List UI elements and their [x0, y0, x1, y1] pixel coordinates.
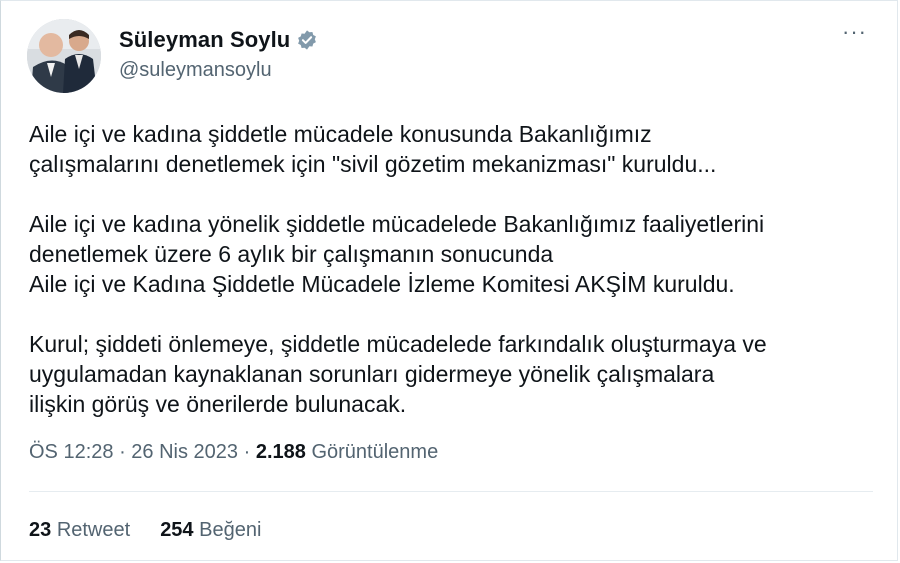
tweet-text: Aile içi ve kadına şiddetle mücadele kon… [29, 119, 879, 449]
tweet-time[interactable]: ÖS 12:28 [29, 441, 114, 463]
likes-label: Beğeni [199, 519, 262, 541]
tweet-paragraph-1: Aile içi ve kadına şiddetle mücadele kon… [29, 121, 717, 177]
engagement-stats: 23 Retweet 254 Beğeni [29, 519, 261, 542]
display-name[interactable]: Süleyman Soylu [119, 27, 290, 53]
divider [29, 491, 873, 492]
retweets-label: Retweet [56, 519, 131, 541]
name-row: Süleyman Soylu [119, 27, 318, 53]
avatar[interactable] [27, 19, 101, 93]
views-label: Görüntülenme [311, 441, 439, 463]
likes-stat[interactable]: 254 Beğeni [160, 519, 261, 542]
tweet-card: Süleyman Soylu @suleymansoylu ··· Aile i… [0, 0, 898, 561]
verified-badge-icon[interactable] [296, 29, 318, 51]
meta-separator: · [238, 441, 256, 463]
tweet-paragraph-3: Kurul; şiddeti önlemeye, şiddetle mücade… [29, 331, 767, 417]
tweet-header: Süleyman Soylu @suleymansoylu [27, 19, 318, 93]
retweets-count: 23 [29, 519, 52, 541]
more-options-icon[interactable]: ··· [842, 21, 867, 43]
tweet-paragraph-2: Aile içi ve kadına yönelik şiddetle müca… [29, 211, 765, 297]
avatar-photo-icon [27, 19, 101, 93]
user-info: Süleyman Soylu @suleymansoylu [119, 27, 318, 82]
user-handle[interactable]: @suleymansoylu [119, 59, 318, 82]
meta-separator: · [113, 441, 132, 463]
retweets-stat[interactable]: 23 Retweet [29, 519, 130, 542]
likes-count: 254 [160, 519, 194, 541]
tweet-meta: ÖS 12:28 · 26 Nis 2023 · 2.188 Görüntüle… [29, 441, 438, 464]
views-count: 2.188 [255, 441, 306, 463]
tweet-date[interactable]: 26 Nis 2023 [131, 441, 238, 463]
